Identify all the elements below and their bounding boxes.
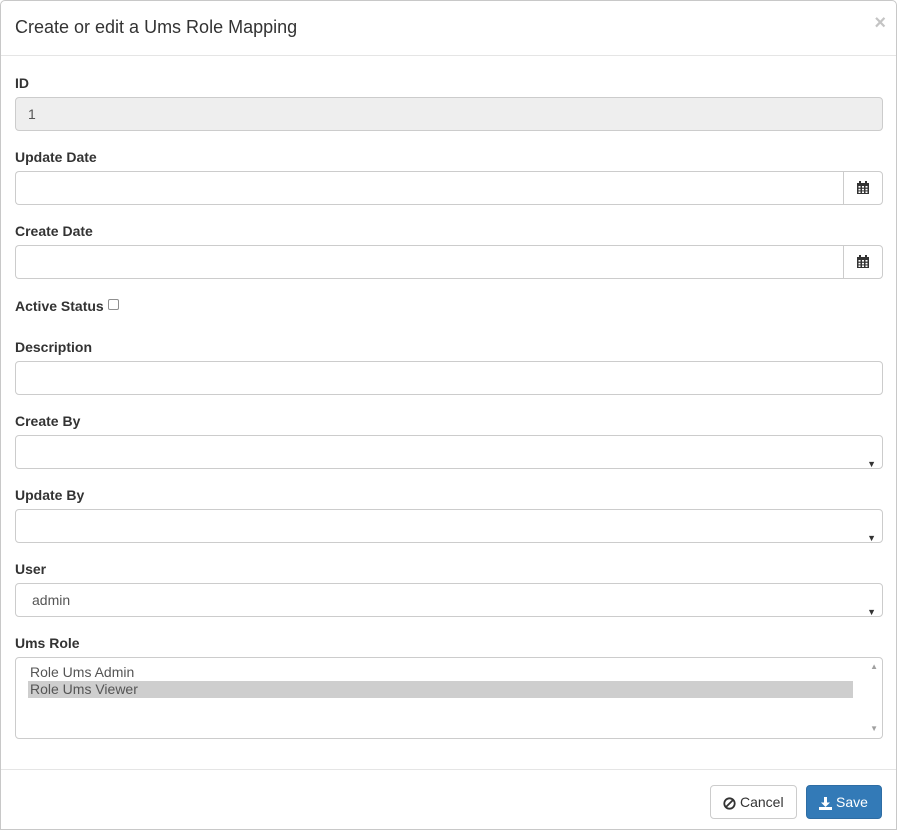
update-date-label: Update Date bbox=[15, 149, 97, 165]
id-input[interactable]: 1 bbox=[15, 97, 883, 131]
save-button[interactable]: Save bbox=[806, 785, 882, 819]
create-by-select[interactable]: ▼ bbox=[15, 435, 883, 469]
description-label: Description bbox=[15, 339, 93, 355]
field-id: ID 1 bbox=[15, 75, 883, 131]
field-user: User admin ▼ bbox=[15, 561, 883, 617]
chevron-down-icon: ▼ bbox=[867, 607, 876, 617]
save-label: Save bbox=[836, 794, 868, 810]
field-active-status: Active Status bbox=[15, 298, 883, 316]
field-update-by: Update By ▼ bbox=[15, 487, 883, 543]
calendar-icon bbox=[857, 181, 869, 194]
user-selected-value: admin bbox=[32, 592, 71, 608]
scroll-up-icon[interactable]: ▲ bbox=[870, 662, 878, 671]
dialog-title: Create or edit a Ums Role Mapping bbox=[15, 17, 298, 37]
description-input[interactable] bbox=[15, 361, 883, 395]
ums-role-option-admin[interactable]: Role Ums Admin bbox=[28, 664, 853, 681]
chevron-down-icon: ▼ bbox=[867, 533, 876, 543]
active-status-checkbox[interactable] bbox=[107, 299, 119, 310]
update-date-calendar-button[interactable] bbox=[843, 171, 883, 205]
chevron-down-icon: ▼ bbox=[867, 459, 876, 469]
ums-role-option-viewer[interactable]: Role Ums Viewer bbox=[28, 681, 853, 698]
create-date-calendar-button[interactable] bbox=[843, 245, 883, 279]
field-description: Description bbox=[15, 339, 883, 395]
role-mapping-dialog: Create or edit a Ums Role Mapping × ID 1… bbox=[0, 0, 897, 830]
update-by-label: Update By bbox=[15, 487, 85, 503]
cancel-button[interactable]: Cancel bbox=[710, 785, 797, 819]
create-by-label: Create By bbox=[15, 413, 81, 429]
update-by-select[interactable]: ▼ bbox=[15, 509, 883, 543]
dialog-footer: Cancel Save bbox=[1, 769, 896, 831]
field-create-date: Create Date bbox=[15, 223, 883, 279]
dialog-header: Create or edit a Ums Role Mapping × bbox=[1, 1, 896, 56]
ums-role-listbox[interactable]: Role Ums Admin Role Ums Viewer ▲ ▼ bbox=[15, 657, 883, 739]
field-create-by: Create By ▼ bbox=[15, 413, 883, 469]
user-select[interactable]: admin ▼ bbox=[15, 583, 883, 617]
scroll-down-icon[interactable]: ▼ bbox=[870, 724, 878, 733]
calendar-icon bbox=[857, 255, 869, 268]
id-label: ID bbox=[15, 75, 29, 91]
user-label: User bbox=[15, 561, 47, 577]
field-update-date: Update Date bbox=[15, 149, 883, 205]
update-date-input[interactable] bbox=[15, 171, 844, 205]
active-status-label: Active Status bbox=[15, 298, 104, 314]
cancel-label: Cancel bbox=[740, 794, 784, 810]
create-date-input[interactable] bbox=[15, 245, 844, 279]
ums-role-label: Ums Role bbox=[15, 635, 80, 651]
listbox-scrollbar[interactable]: ▲ ▼ bbox=[867, 658, 882, 738]
field-ums-role: Ums Role Role Ums Admin Role Ums Viewer … bbox=[15, 635, 883, 739]
ban-icon bbox=[723, 797, 736, 810]
close-button[interactable]: × bbox=[874, 13, 886, 33]
create-date-label: Create Date bbox=[15, 223, 93, 239]
download-icon bbox=[819, 796, 832, 810]
